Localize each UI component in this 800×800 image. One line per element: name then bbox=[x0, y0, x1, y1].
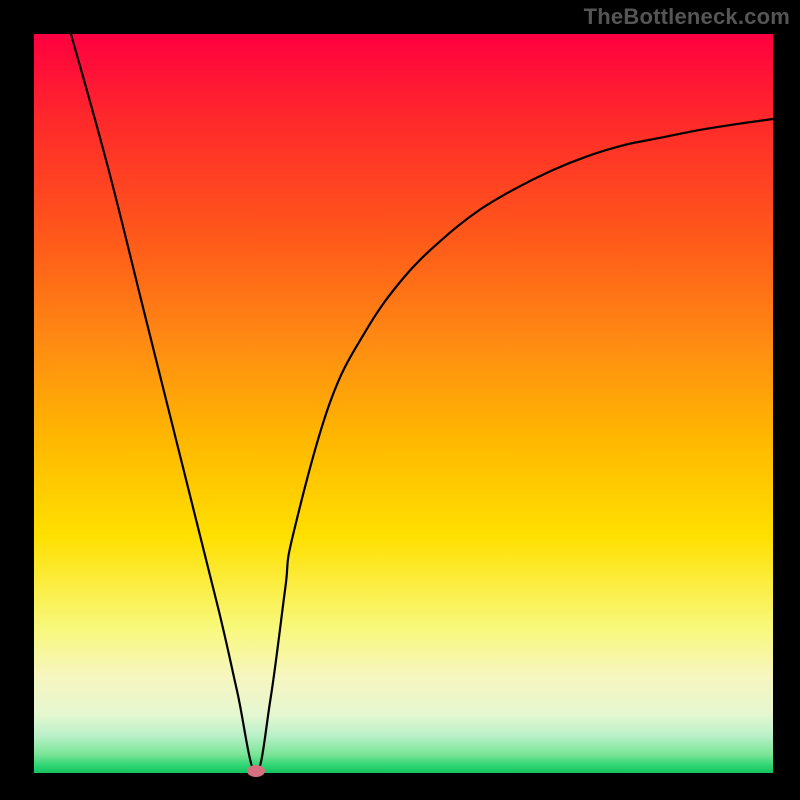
watermark-text: TheBottleneck.com bbox=[584, 4, 790, 30]
minimum-marker bbox=[247, 765, 265, 777]
curve-layer bbox=[34, 34, 773, 773]
bottleneck-curve bbox=[71, 34, 773, 773]
chart-frame: TheBottleneck.com bbox=[0, 0, 800, 800]
